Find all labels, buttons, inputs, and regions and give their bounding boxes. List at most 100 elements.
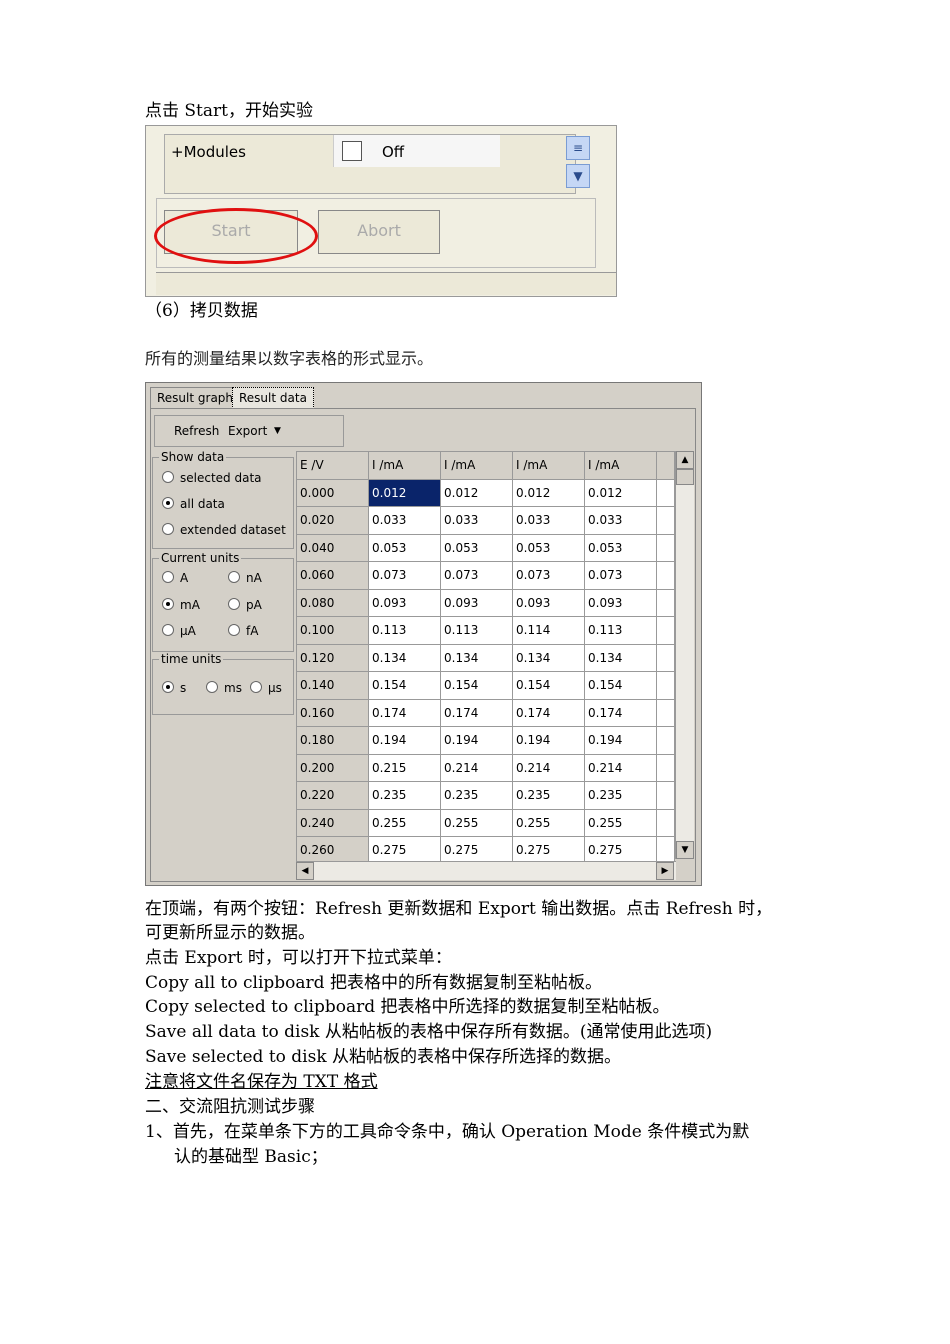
current-cell[interactable]: 0.214 — [512, 753, 585, 782]
table-row[interactable]: 0.200 0.215 0.214 0.214 0.214 — [296, 753, 675, 782]
abort-button[interactable]: Abort — [318, 210, 440, 254]
table-row[interactable]: 0.260 0.275 0.275 0.275 0.275 — [296, 836, 675, 865]
table-row[interactable]: 0.180 0.194 0.194 0.194 0.194 — [296, 726, 675, 755]
potential-cell[interactable]: 0.240 — [296, 808, 369, 837]
radio-unit-pa[interactable]: pA — [228, 598, 262, 612]
radio-unit-ma[interactable]: mA — [162, 598, 200, 612]
current-cell[interactable]: 0.073 — [368, 561, 441, 590]
current-cell[interactable]: 0.093 — [512, 588, 585, 617]
scroll-left-icon[interactable]: ◀ — [296, 862, 314, 880]
potential-cell[interactable]: 0.140 — [296, 671, 369, 700]
current-cell[interactable]: 0.255 — [584, 808, 657, 837]
radio-selected-data[interactable]: selected data — [162, 471, 262, 485]
potential-cell[interactable]: 0.080 — [296, 588, 369, 617]
current-cell[interactable]: 0.214 — [584, 753, 657, 782]
current-cell[interactable]: 0.194 — [368, 726, 441, 755]
radio-unit-na[interactable]: nA — [228, 571, 262, 585]
tab-result-graph[interactable]: Result graph — [150, 387, 241, 408]
current-cell[interactable]: 0.073 — [512, 561, 585, 590]
current-cell[interactable]: 0.053 — [368, 533, 441, 562]
current-cell[interactable]: 0.235 — [368, 781, 441, 810]
column-header[interactable]: I /mA — [512, 451, 585, 480]
current-cell[interactable]: 0.194 — [584, 726, 657, 755]
current-cell[interactable]: 0.033 — [584, 506, 657, 535]
result-data-grid[interactable]: E /V I /mA I /mA I /mA I /mA 0.000 0.012 0.012… — [296, 451, 675, 865]
current-cell[interactable]: 0.255 — [440, 808, 513, 837]
table-row[interactable]: 0.120 0.134 0.134 0.134 0.134 — [296, 643, 675, 672]
column-header[interactable]: I /mA — [368, 451, 441, 480]
current-cell[interactable]: 0.093 — [368, 588, 441, 617]
current-cell[interactable]: 0.113 — [368, 616, 441, 645]
potential-cell[interactable]: 0.040 — [296, 533, 369, 562]
current-cell[interactable]: 0.073 — [584, 561, 657, 590]
potential-cell[interactable]: 0.100 — [296, 616, 369, 645]
current-cell[interactable]: 0.154 — [584, 671, 657, 700]
potential-cell[interactable]: 0.200 — [296, 753, 369, 782]
current-cell[interactable]: 0.113 — [584, 616, 657, 645]
current-cell[interactable]: 0.194 — [440, 726, 513, 755]
current-cell[interactable]: 0.033 — [368, 506, 441, 535]
current-cell[interactable]: 0.093 — [584, 588, 657, 617]
table-row[interactable]: 0.080 0.093 0.093 0.093 0.093 — [296, 588, 675, 617]
table-row[interactable]: 0.040 0.053 0.053 0.053 0.053 — [296, 533, 675, 562]
radio-time-us[interactable]: μs — [250, 681, 282, 695]
off-checkbox[interactable] — [342, 141, 362, 161]
potential-cell[interactable]: 0.180 — [296, 726, 369, 755]
potential-cell[interactable]: 0.120 — [296, 643, 369, 672]
current-cell[interactable]: 0.214 — [440, 753, 513, 782]
current-cell[interactable]: 0.134 — [368, 643, 441, 672]
current-cell[interactable]: 0.174 — [440, 698, 513, 727]
current-cell[interactable]: 0.275 — [512, 836, 585, 865]
table-row[interactable]: 0.160 0.174 0.174 0.174 0.174 — [296, 698, 675, 727]
list-icon[interactable]: ≡ — [566, 136, 590, 160]
current-cell[interactable]: 0.194 — [512, 726, 585, 755]
radio-unit-ua[interactable]: μA — [162, 624, 196, 638]
potential-cell[interactable]: 0.160 — [296, 698, 369, 727]
potential-cell[interactable]: 0.220 — [296, 781, 369, 810]
current-cell[interactable]: 0.012 — [368, 478, 441, 507]
current-cell[interactable]: 0.154 — [440, 671, 513, 700]
current-cell[interactable]: 0.134 — [512, 643, 585, 672]
current-cell[interactable]: 0.053 — [440, 533, 513, 562]
current-cell[interactable]: 0.154 — [512, 671, 585, 700]
current-cell[interactable]: 0.255 — [512, 808, 585, 837]
radio-time-s[interactable]: s — [162, 681, 186, 695]
potential-cell[interactable]: 0.260 — [296, 836, 369, 865]
current-cell[interactable]: 0.012 — [584, 478, 657, 507]
current-cell[interactable]: 0.275 — [368, 836, 441, 865]
table-row[interactable]: 0.220 0.235 0.235 0.235 0.235 — [296, 781, 675, 810]
current-cell[interactable]: 0.275 — [440, 836, 513, 865]
current-cell[interactable]: 0.114 — [512, 616, 585, 645]
potential-cell[interactable]: 0.020 — [296, 506, 369, 535]
potential-cell[interactable]: 0.060 — [296, 561, 369, 590]
current-cell[interactable]: 0.093 — [440, 588, 513, 617]
scroll-thumb[interactable] — [676, 469, 694, 485]
tab-result-data[interactable]: Result data — [232, 387, 314, 409]
current-cell[interactable]: 0.275 — [584, 836, 657, 865]
column-header[interactable]: E /V — [296, 451, 369, 480]
current-cell[interactable]: 0.053 — [512, 533, 585, 562]
current-cell[interactable]: 0.053 — [584, 533, 657, 562]
scroll-right-icon[interactable]: ▶ — [656, 862, 674, 880]
current-cell[interactable]: 0.255 — [368, 808, 441, 837]
chevron-down-icon[interactable]: ▼ — [566, 164, 590, 188]
current-cell[interactable]: 0.154 — [368, 671, 441, 700]
radio-extended-dataset[interactable]: extended dataset — [162, 523, 286, 537]
current-cell[interactable]: 0.033 — [512, 506, 585, 535]
table-row[interactable]: 0.140 0.154 0.154 0.154 0.154 — [296, 671, 675, 700]
current-cell[interactable]: 0.113 — [440, 616, 513, 645]
current-cell[interactable]: 0.235 — [440, 781, 513, 810]
current-cell[interactable]: 0.134 — [440, 643, 513, 672]
radio-unit-fa[interactable]: fA — [228, 624, 258, 638]
current-cell[interactable]: 0.174 — [512, 698, 585, 727]
refresh-button[interactable]: Refresh — [174, 421, 219, 441]
export-dropdown-icon[interactable]: ▼ — [274, 421, 281, 441]
current-cell[interactable]: 0.134 — [584, 643, 657, 672]
table-row[interactable]: 0.020 0.033 0.033 0.033 0.033 — [296, 506, 675, 535]
current-cell[interactable]: 0.235 — [584, 781, 657, 810]
current-cell[interactable]: 0.073 — [440, 561, 513, 590]
radio-unit-a[interactable]: A — [162, 571, 188, 585]
radio-time-ms[interactable]: ms — [206, 681, 242, 695]
vertical-scrollbar[interactable]: ▲ ▼ — [675, 451, 694, 859]
scroll-down-icon[interactable]: ▼ — [676, 841, 694, 859]
